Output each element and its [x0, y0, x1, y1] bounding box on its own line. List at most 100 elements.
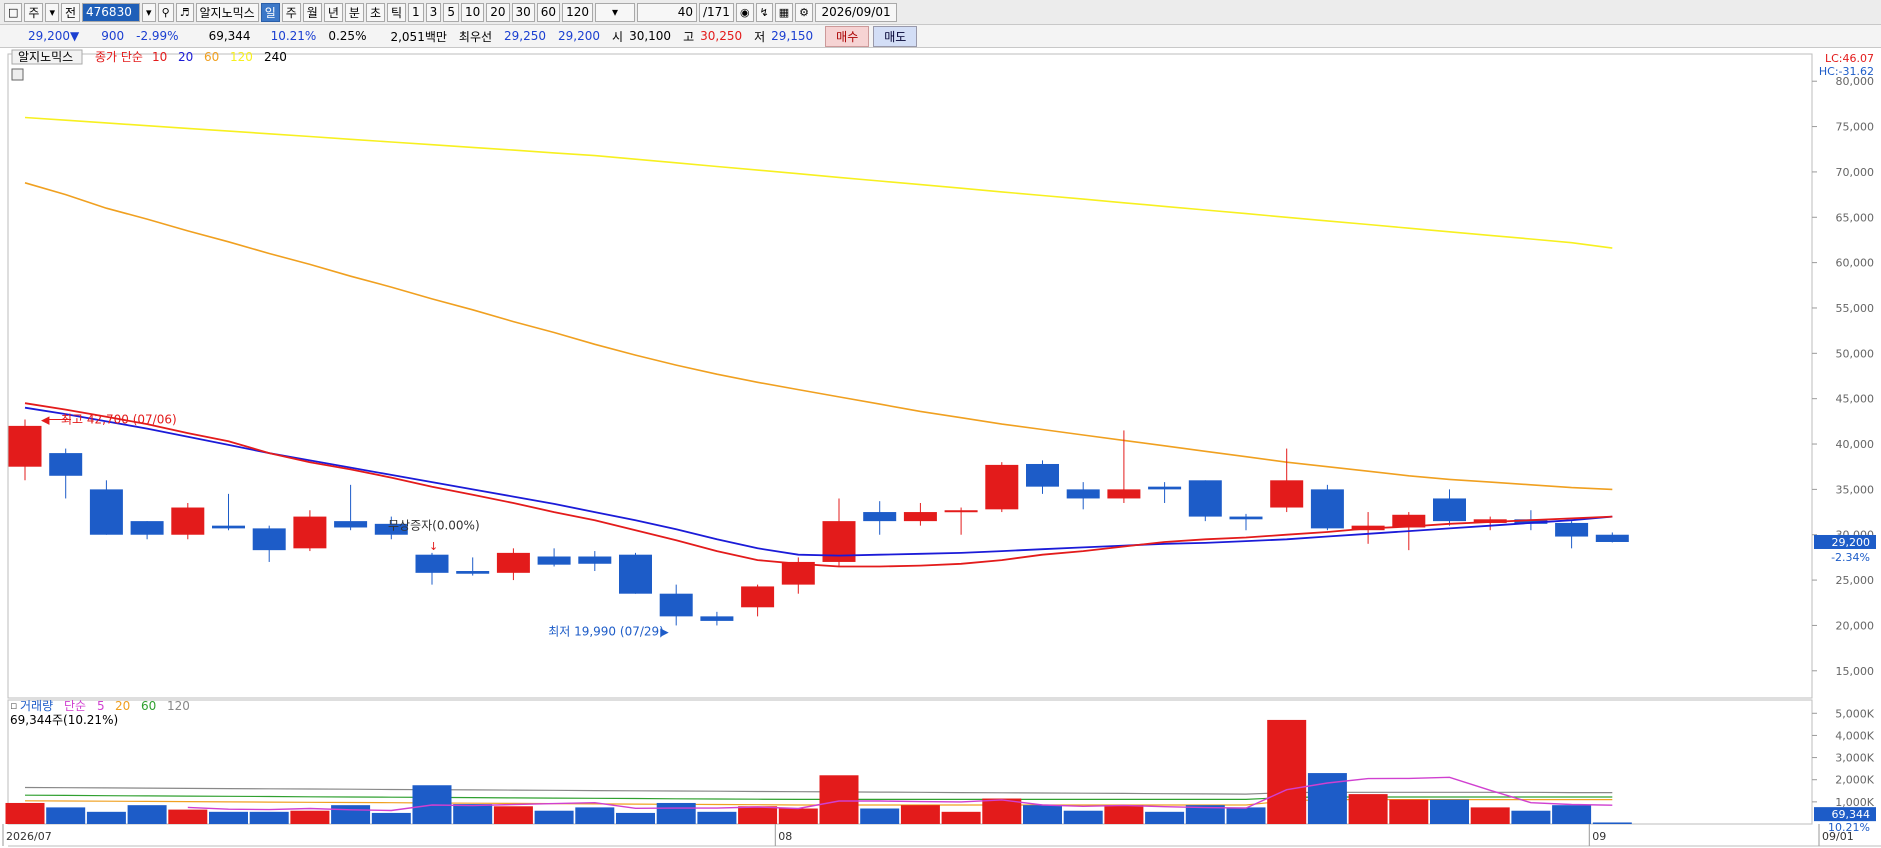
- date-input[interactable]: 2026/09/01: [815, 2, 898, 22]
- current-price-label: 29,200: [1832, 536, 1871, 549]
- volume-bar: [1389, 799, 1429, 824]
- x-tick-label: 09: [1592, 830, 1606, 843]
- window-icon[interactable]: □: [4, 2, 23, 22]
- period-minute-tab[interactable]: 분: [344, 2, 364, 22]
- best-bid-1: 29,250: [504, 29, 547, 43]
- candle-body: [8, 425, 42, 467]
- volume-bar: [493, 806, 533, 824]
- speaker-icon[interactable]: ♬: [175, 2, 194, 22]
- buy-button[interactable]: 매수: [825, 25, 870, 47]
- x-tick-label: 2026/07: [6, 830, 52, 843]
- interval-3-button[interactable]: 3: [425, 2, 442, 22]
- price-legend-label: 종가 단순: [95, 50, 143, 64]
- price-tick-label: 45,000: [1836, 393, 1875, 406]
- event-annotation: 무상증자(0.00%): [388, 518, 480, 532]
- count-input[interactable]: 40: [636, 2, 697, 22]
- stock-name[interactable]: 알지노믹스: [195, 2, 259, 22]
- binoculars-icon[interactable]: ◉: [735, 2, 754, 22]
- volume-tick-label: 2,000K: [1835, 774, 1874, 787]
- interval-10-button[interactable]: 10: [460, 2, 485, 22]
- volume-bar: [575, 807, 615, 824]
- volume-bar: [1267, 719, 1307, 824]
- candle-body: [944, 510, 978, 513]
- stock-chart[interactable]: 80,00075,00070,00065,00060,00055,00050,0…: [0, 48, 1881, 848]
- volume-bar: [168, 809, 208, 824]
- volume-legend-period: 60: [141, 699, 156, 713]
- candle-body: [1555, 522, 1589, 537]
- period-year-tab[interactable]: 년: [323, 2, 343, 22]
- interval-30-button[interactable]: 30: [511, 2, 535, 22]
- interval-20-button[interactable]: 20: [486, 2, 510, 22]
- high-arrowhead: ◀: [41, 414, 50, 427]
- volume-bar: [1226, 807, 1266, 824]
- sell-button[interactable]: 매도: [873, 25, 918, 47]
- candle-body: [903, 512, 937, 522]
- period-second-tab[interactable]: 초: [365, 2, 385, 22]
- price-title: 알지노믹스: [18, 50, 73, 64]
- volume-bar: [1104, 805, 1144, 824]
- price-tick-label: 35,000: [1836, 483, 1875, 496]
- volume-bar: [249, 811, 289, 824]
- interval-1-button[interactable]: 1: [408, 2, 424, 22]
- price-tick-label: 70,000: [1836, 166, 1875, 179]
- current-change-label: -2.34%: [1831, 551, 1870, 564]
- volume-bar: [1348, 794, 1388, 824]
- low-arrowhead: ▶: [660, 626, 669, 639]
- chart-tool-icon[interactable]: ↯: [755, 2, 773, 22]
- candle-body: [1107, 489, 1141, 499]
- market-select[interactable]: 주: [24, 2, 44, 22]
- candle-body: [1270, 480, 1304, 508]
- period-week-tab[interactable]: 주: [281, 2, 301, 22]
- x-tick-label: 08: [778, 830, 792, 843]
- code-dropdown-icon[interactable]: ▾: [142, 2, 156, 22]
- volume-bar: [778, 808, 818, 824]
- candle-body: [1433, 498, 1466, 522]
- period-day-tab[interactable]: 일: [260, 2, 280, 22]
- interval-dropdown[interactable]: ▾: [594, 2, 635, 22]
- volume-bar: [1552, 805, 1592, 824]
- candle-body: [1066, 489, 1100, 499]
- volume-legend-period: 20: [115, 699, 130, 713]
- volume-bar: [1307, 773, 1347, 824]
- stock-code-input[interactable]: 476830: [82, 2, 141, 22]
- price-legend-period: 240: [264, 50, 287, 64]
- period-month-tab[interactable]: 월: [302, 2, 322, 22]
- period-tick-tab[interactable]: 틱: [386, 2, 407, 22]
- candle-body: [985, 464, 1019, 510]
- interval-5-button[interactable]: 5: [443, 2, 459, 22]
- volume-legend-period: 120: [167, 699, 190, 713]
- interval-120-button[interactable]: 120: [562, 2, 593, 22]
- volume-bar: [1470, 807, 1510, 824]
- event-arrow: ↓: [429, 540, 438, 553]
- volume-legend-icon: ▫: [10, 699, 17, 712]
- price-tick-label: 20,000: [1836, 619, 1875, 632]
- chevron-down-icon[interactable]: ▾: [45, 2, 59, 22]
- gear-icon[interactable]: ⚙: [795, 2, 814, 22]
- x-tick-label: 09/01: [1822, 830, 1854, 843]
- high-price: 30,250: [700, 29, 743, 43]
- volume-bar: [5, 802, 45, 824]
- chart-toolbar: □ 주 ▾ 전 476830 ▾ ⚲ ♬ 알지노믹스 일 주 월 년 분 초 틱…: [0, 0, 1881, 25]
- save-icon[interactable]: ▦: [774, 2, 794, 22]
- search-icon[interactable]: ⚲: [157, 2, 174, 22]
- volume-bar: [1592, 822, 1632, 824]
- price-legend-period: 120: [230, 50, 253, 64]
- candle-body: [293, 516, 327, 549]
- best-bid-label: 최우선: [458, 29, 493, 44]
- candle-body: [619, 554, 652, 594]
- low-label: 저: [754, 29, 766, 44]
- candle-body: [89, 489, 123, 535]
- candle-body: [415, 554, 449, 573]
- mode-select[interactable]: 전: [60, 2, 81, 22]
- volume-bar: [331, 805, 371, 824]
- volume-legend-label: 단순: [64, 699, 86, 713]
- interval-60-button[interactable]: 60: [536, 2, 561, 22]
- volume-pct: 10.21%: [270, 29, 317, 43]
- volume-bar: [1145, 811, 1185, 824]
- candle-body: [863, 512, 897, 522]
- candle-body: [456, 571, 490, 574]
- volume-legend-period: 5: [97, 699, 105, 713]
- candle-body: [496, 552, 530, 573]
- price-tick-label: 65,000: [1836, 211, 1875, 224]
- turnover-rate: 0.25%: [328, 29, 367, 43]
